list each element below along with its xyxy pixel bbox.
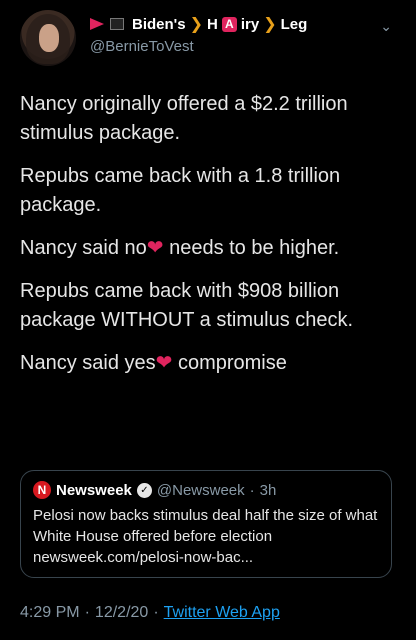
verified-badge-icon: ✓ xyxy=(136,482,152,498)
separator-dot: · xyxy=(153,604,159,621)
display-name-row[interactable]: Biden's ❯ H Airy ❯ Leg xyxy=(90,14,307,34)
tweet-text-fragment: needs to be higher. xyxy=(163,237,340,259)
separator-dot: · xyxy=(84,604,90,621)
tweet-header: Biden's ❯ H Airy ❯ Leg @BernieToVest ⌄ xyxy=(10,8,410,68)
tweet-paragraph: Repubs came back with a 1.8 trillion pac… xyxy=(20,165,341,216)
heart-icon: ❤ xyxy=(155,352,173,374)
quoted-author-handle[interactable]: @Newsweek xyxy=(157,482,245,499)
tweet-paragraph: Repubs came back with $908 billion packa… xyxy=(20,280,354,331)
quoted-author-name[interactable]: Newsweek xyxy=(56,482,132,499)
separator-dot: · xyxy=(249,481,255,499)
heart-icon: ❤ xyxy=(146,237,164,259)
tweet-paragraph: Nancy originally offered a $2.2 trillion… xyxy=(20,93,348,144)
name-part-iry: iry xyxy=(240,15,260,33)
name-part-bidens: Biden's xyxy=(132,15,186,33)
avatar[interactable] xyxy=(20,10,76,66)
arrow-icon: ❯ xyxy=(189,16,203,33)
arrow-icon: ❯ xyxy=(263,16,277,33)
name-part-h: H xyxy=(206,15,218,33)
tweet-date[interactable]: 12/2/20 xyxy=(95,604,148,622)
user-handle[interactable]: @BernieToVest xyxy=(90,38,194,55)
avatar-face xyxy=(39,24,59,52)
a-badge-icon: A xyxy=(221,16,237,32)
name-part-leg: Leg xyxy=(280,15,308,33)
flag-icon xyxy=(90,18,104,30)
tweet-paragraph: Nancy said yes❤ compromise xyxy=(20,349,406,378)
black-flag-icon xyxy=(110,18,124,30)
tweet-time[interactable]: 4:29 PM xyxy=(20,604,80,622)
quoted-tweet-header: N Newsweek ✓ @Newsweek · 3h xyxy=(33,481,379,499)
tweet-text: Nancy originally offered a $2.2 trillion… xyxy=(20,90,406,392)
tweet-source-link[interactable]: Twitter Web App xyxy=(164,604,280,622)
tweet-meta: 4:29 PM · 12/2/20 · Twitter Web App xyxy=(20,604,280,622)
chevron-down-icon[interactable]: ⌄ xyxy=(380,18,392,35)
quoted-tweet-time[interactable]: 3h xyxy=(260,482,277,499)
quoted-tweet-card[interactable]: N Newsweek ✓ @Newsweek · 3h Pelosi now b… xyxy=(20,470,392,578)
display-name[interactable]: Biden's ❯ H Airy ❯ Leg xyxy=(132,14,307,34)
newsweek-logo-icon: N xyxy=(33,481,51,499)
quoted-tweet-text: Pelosi now backs stimulus deal half the … xyxy=(33,507,378,566)
tweet-text-fragment: Nancy said yes xyxy=(20,352,156,374)
tweet-text-fragment: compromise xyxy=(172,352,287,374)
tweet-text-fragment: Nancy said no xyxy=(20,237,147,259)
tweet-paragraph: Nancy said no❤ needs to be higher. xyxy=(20,234,406,263)
